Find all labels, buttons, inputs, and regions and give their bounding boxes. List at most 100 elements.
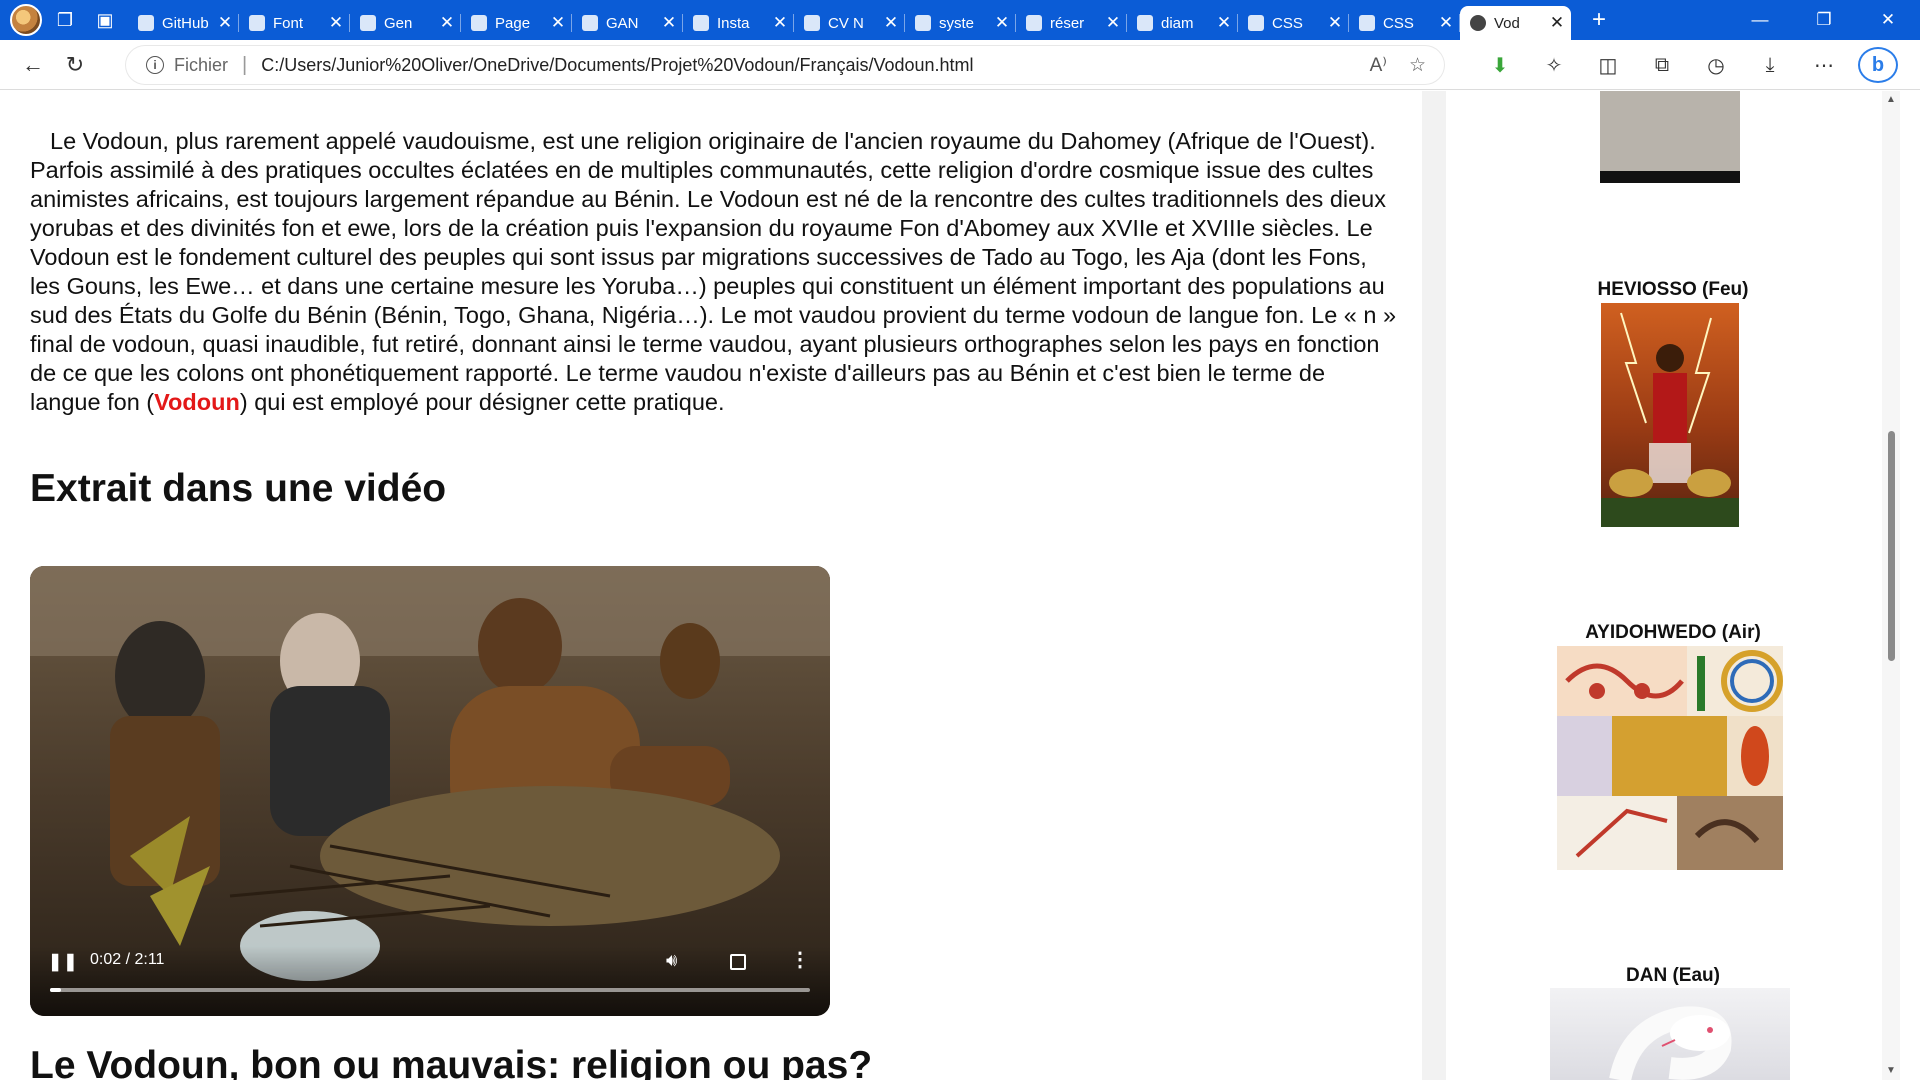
tab-favicon-icon bbox=[360, 15, 376, 31]
tab-title: Gen bbox=[384, 14, 413, 32]
back-arrow-icon[interactable]: ← bbox=[12, 47, 54, 83]
browser-tab[interactable]: CSS ✕ bbox=[1238, 6, 1349, 40]
intro-text-end: ) qui est employé pour désigner cette pr… bbox=[239, 389, 725, 415]
tab-title: réser bbox=[1050, 14, 1085, 32]
minimize-icon[interactable]: — bbox=[1728, 0, 1792, 40]
tab-close-icon[interactable]: ✕ bbox=[217, 13, 233, 33]
tab-favicon-icon bbox=[1470, 15, 1486, 31]
current-time: 0:02 bbox=[90, 951, 122, 968]
favorite-star-icon[interactable]: ☆ bbox=[1409, 54, 1426, 77]
vertical-tabs-icon[interactable]: ▣ bbox=[88, 5, 122, 35]
tab-title: CV N bbox=[828, 14, 864, 32]
page-viewport: Le Vodoun, plus rarement appelé vaudouis… bbox=[0, 91, 1920, 1080]
tab-favicon-icon bbox=[249, 15, 265, 31]
info-icon[interactable]: i bbox=[146, 56, 164, 74]
close-window-icon[interactable]: ✕ bbox=[1856, 0, 1920, 40]
video-controls: ❚❚ 0:02 / 2:11 🔊︎ ⋮ bbox=[30, 946, 830, 1016]
profile-avatar[interactable] bbox=[10, 4, 42, 36]
browser-tab[interactable]: GAN ✕ bbox=[572, 6, 683, 40]
download-extension-icon[interactable]: ⬇ bbox=[1480, 47, 1520, 83]
browser-tab[interactable]: diam ✕ bbox=[1127, 6, 1238, 40]
page-scrollbar[interactable]: ▲ ▼ bbox=[1882, 91, 1900, 1080]
tab-close-icon[interactable]: ✕ bbox=[1105, 13, 1121, 33]
intro-paragraph: Le Vodoun, plus rarement appelé vaudouis… bbox=[30, 127, 1400, 417]
tab-close-icon[interactable]: ✕ bbox=[994, 13, 1010, 33]
video-progress-bar[interactable] bbox=[50, 988, 810, 992]
deity-name-dan: DAN (Eau) bbox=[1626, 965, 1720, 986]
browser-tab[interactable]: Insta ✕ bbox=[683, 6, 794, 40]
address-separator: | bbox=[242, 53, 248, 76]
browser-tab[interactable]: GitHub ✕ bbox=[128, 6, 239, 40]
main-content: Le Vodoun, plus rarement appelé vaudouis… bbox=[0, 91, 1422, 1080]
browser-tab[interactable]: Font ✕ bbox=[239, 6, 350, 40]
deity-name-heviosso: HEVIOSSO (Feu) bbox=[1597, 279, 1749, 300]
tab-close-icon[interactable]: ✕ bbox=[883, 13, 899, 33]
heviosso-illustration bbox=[1601, 312, 1739, 527]
deity-name-ayidohwedo: AYIDOHWEDO (Air) bbox=[1585, 622, 1761, 643]
top-deity-image bbox=[1600, 91, 1740, 183]
refresh-icon[interactable]: ↻ bbox=[54, 47, 96, 83]
ayidohwedo-illustration bbox=[1557, 646, 1783, 870]
more-menu-icon[interactable]: ⋯ bbox=[1804, 47, 1844, 83]
address-bar[interactable]: i Fichier | C:/Users/Junior%20Oliver/One… bbox=[126, 46, 1444, 84]
pause-icon[interactable]: ❚❚ bbox=[48, 952, 79, 972]
video-progress-fill bbox=[50, 988, 62, 992]
scrollbar-thumb[interactable] bbox=[1888, 431, 1895, 661]
tab-title: Page bbox=[495, 14, 531, 32]
tab-favicon-icon bbox=[471, 15, 487, 31]
url-text[interactable]: C:/Users/Junior%20Oliver/OneDrive/Docume… bbox=[261, 55, 973, 76]
tab-title: CSS bbox=[1383, 14, 1414, 32]
copilot-icon[interactable]: b bbox=[1858, 47, 1898, 83]
collections-icon[interactable]: ⧉ bbox=[1642, 47, 1682, 83]
video-heading: Extrait dans une vidéo bbox=[30, 467, 447, 510]
downloads-icon[interactable]: ⤓ bbox=[1750, 47, 1790, 83]
scroll-down-icon[interactable]: ▼ bbox=[1886, 1066, 1896, 1076]
restore-icon[interactable]: ❐ bbox=[1792, 0, 1856, 40]
tab-title: Font bbox=[273, 14, 304, 32]
browser-tab[interactable]: Page ✕ bbox=[461, 6, 572, 40]
tab-close-icon[interactable]: ✕ bbox=[550, 13, 566, 33]
tab-title: Insta bbox=[717, 14, 750, 32]
tab-close-icon[interactable]: ✕ bbox=[661, 13, 677, 33]
tab-title: syste bbox=[939, 14, 975, 32]
tab-favicon-icon bbox=[1026, 15, 1042, 31]
tab-close-icon[interactable]: ✕ bbox=[328, 13, 344, 33]
tab-title: GAN bbox=[606, 14, 639, 32]
split-screen-icon[interactable]: ◫ bbox=[1588, 47, 1628, 83]
scroll-up-icon[interactable]: ▲ bbox=[1886, 95, 1896, 105]
tab-list: GitHub ✕ Font ✕ Gen ✕ Page ✕ GAN ✕ Insta ✕ CV N ✕ syst… bbox=[128, 0, 1571, 40]
tab-favicon-icon bbox=[693, 15, 709, 31]
browser-tab[interactable]: réser ✕ bbox=[1016, 6, 1127, 40]
history-icon[interactable]: ◷ bbox=[1696, 47, 1736, 83]
volume-icon[interactable]: 🔊︎ bbox=[666, 950, 677, 971]
browser-tab-strip: ❐ ▣ GitHub ✕ Font ✕ Gen ✕ Page ✕ GAN ✕ Insta ✕ CV N ✕… bbox=[0, 0, 1920, 40]
window-controls: — ❐ ✕ bbox=[1728, 0, 1920, 40]
browser-tab[interactable]: syste ✕ bbox=[905, 6, 1016, 40]
tab-favicon-icon bbox=[804, 15, 820, 31]
dan-illustration bbox=[1609, 1006, 1732, 1080]
navigation-bar: ← ↻ i Fichier | C:/Users/Junior%20Oliver… bbox=[0, 40, 1920, 90]
video-player[interactable]: ❚❚ 0:02 / 2:11 🔊︎ ⋮ bbox=[30, 566, 830, 1016]
new-tab-button[interactable]: + bbox=[1579, 3, 1619, 37]
tab-title: Vod bbox=[1494, 14, 1520, 32]
tab-title: CSS bbox=[1272, 14, 1303, 32]
browser-tab[interactable]: CV N ✕ bbox=[794, 6, 905, 40]
intro-text: Le Vodoun, plus rarement appelé vaudouis… bbox=[30, 128, 1397, 415]
tab-close-icon[interactable]: ✕ bbox=[772, 13, 788, 33]
tab-close-icon[interactable]: ✕ bbox=[439, 13, 455, 33]
tab-close-icon[interactable]: ✕ bbox=[1216, 13, 1232, 33]
tab-close-icon[interactable]: ✕ bbox=[1549, 13, 1565, 33]
video-more-icon[interactable]: ⋮ bbox=[790, 947, 810, 972]
extensions-icon[interactable]: ✧ bbox=[1534, 47, 1574, 83]
tab-title: GitHub bbox=[162, 14, 209, 32]
read-aloud-icon[interactable]: A⁾ bbox=[1370, 54, 1387, 77]
workspaces-icon[interactable]: ❐ bbox=[48, 5, 82, 35]
fullscreen-icon[interactable] bbox=[730, 954, 746, 970]
tab-close-icon[interactable]: ✕ bbox=[1438, 13, 1454, 33]
tab-close-icon[interactable]: ✕ bbox=[1327, 13, 1343, 33]
browser-tab[interactable]: CSS ✕ bbox=[1349, 6, 1460, 40]
browser-tab[interactable]: Gen ✕ bbox=[350, 6, 461, 40]
ayidohwedo-image bbox=[1557, 646, 1783, 870]
browser-tab[interactable]: Vod ✕ bbox=[1460, 6, 1571, 40]
intro-highlight: Vodoun bbox=[154, 389, 240, 415]
